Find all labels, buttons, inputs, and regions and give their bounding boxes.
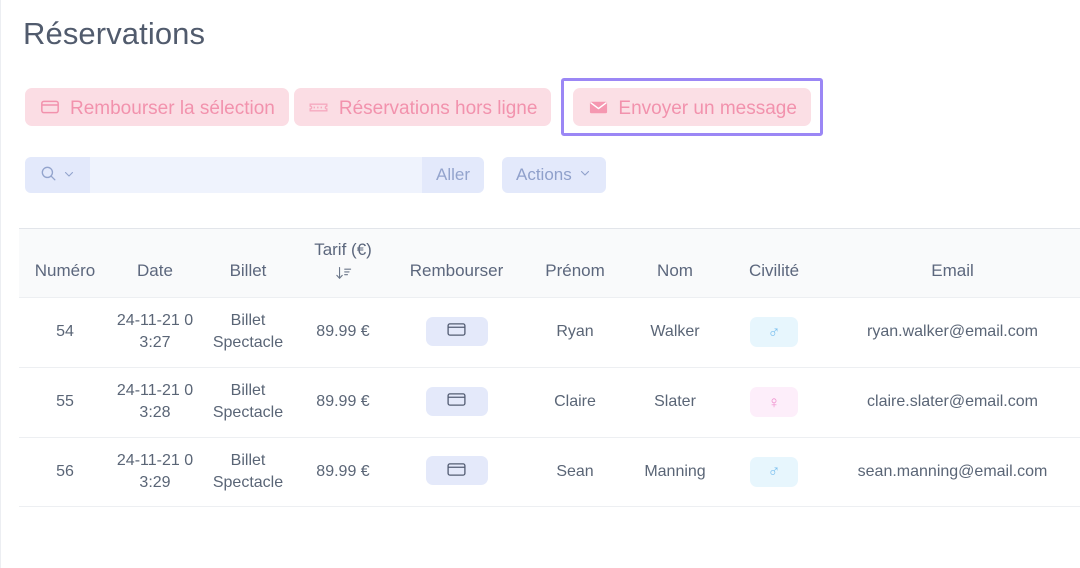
cell-billet: Billet Spectacle — [199, 437, 297, 508]
credit-card-icon — [446, 459, 467, 483]
chevron-down-icon — [62, 167, 76, 184]
cell-numero: 55 — [19, 367, 111, 438]
cell-tarif: 89.99 € — [297, 437, 389, 508]
refund-row-button[interactable] — [425, 456, 488, 486]
cell-date: 24-11-21 03:28 — [111, 367, 199, 438]
cell-nom: Manning — [626, 437, 724, 508]
search-input[interactable] — [90, 157, 422, 193]
refund-row-button[interactable] — [425, 316, 488, 346]
offline-reservations-button[interactable]: Réservations hors ligne — [293, 88, 552, 126]
envelope-icon — [587, 96, 609, 118]
send-message-focus-ring: Envoyer un message — [561, 78, 823, 136]
column-header-email[interactable]: Email — [824, 229, 1080, 298]
send-message-button[interactable]: Envoyer un message — [573, 88, 811, 126]
cell-numero: 56 — [19, 437, 111, 508]
credit-card-icon — [446, 389, 467, 413]
cell-nom: Walker — [626, 296, 724, 368]
page-title: Réservations — [23, 16, 206, 51]
table-body: 54 24-11-21 03:27 Billet Spectacle 89.99 € R… — [19, 296, 1080, 508]
column-header-numero[interactable]: Numéro — [19, 229, 111, 298]
search-icon — [39, 164, 58, 186]
cell-nom: Slater — [626, 367, 724, 438]
actions-dropdown-label: Actions — [516, 165, 572, 184]
sort-descending-icon[interactable] — [334, 264, 353, 283]
column-header-civilite[interactable]: Civilité — [724, 229, 824, 298]
column-header-rembourser-label: Rembourser — [409, 261, 504, 280]
column-header-billet-label: Billet — [229, 261, 267, 280]
table-row[interactable]: 55 24-11-21 03:28 Billet Spectacle 89.99 € C… — [19, 367, 1080, 438]
credit-card-icon — [39, 96, 61, 118]
table-header-row: Numéro Date Billet Tarif (€) Rembourser … — [19, 228, 1080, 298]
cell-prenom: Claire — [524, 367, 626, 438]
column-header-rembourser[interactable]: Rembourser — [389, 229, 524, 298]
refund-row-button[interactable] — [425, 386, 488, 416]
column-header-nom[interactable]: Nom — [626, 229, 724, 298]
search-dropdown-button[interactable] — [25, 157, 90, 193]
send-message-label: Envoyer un message — [618, 97, 797, 119]
reservations-table: Numéro Date Billet Tarif (€) Rembourser … — [19, 228, 1080, 508]
cell-billet: Billet Spectacle — [199, 296, 297, 368]
gender-male-icon: ♂ — [750, 317, 798, 348]
credit-card-icon — [446, 319, 467, 343]
reservations-table-container: Numéro Date Billet Tarif (€) Rembourser … — [19, 228, 1080, 508]
cell-email: sean.manning@email.com — [824, 437, 1080, 508]
cell-email: ryan.walker@email.com — [824, 296, 1080, 368]
table-header: Numéro Date Billet Tarif (€) Rembourser … — [19, 228, 1080, 298]
cell-billet: Billet Spectacle — [199, 367, 297, 438]
column-header-nom-label: Nom — [657, 261, 693, 280]
search-go-button[interactable]: Aller — [422, 157, 484, 193]
cell-tarif: 89.99 € — [297, 367, 389, 438]
cell-civilite: ♂ — [724, 437, 824, 508]
column-header-numero-label: Numéro — [34, 261, 96, 280]
column-header-date[interactable]: Date — [111, 229, 199, 298]
table-row[interactable]: 54 24-11-21 03:27 Billet Spectacle 89.99 € R… — [19, 296, 1080, 368]
column-header-tarif[interactable]: Tarif (€) — [297, 229, 389, 298]
cell-tarif: 89.99 € — [297, 296, 389, 368]
cell-civilite: ♀ — [724, 367, 824, 438]
column-header-email-label: Email — [931, 261, 974, 280]
cell-rembourser — [389, 296, 524, 368]
refund-selection-label: Rembourser la sélection — [70, 97, 275, 119]
column-header-tarif-label: Tarif (€) — [314, 240, 372, 259]
refund-selection-button[interactable]: Rembourser la sélection — [25, 88, 289, 126]
cell-prenom: Sean — [524, 437, 626, 508]
ticket-icon — [308, 96, 330, 118]
cell-date: 24-11-21 03:27 — [111, 296, 199, 368]
offline-reservations-label: Réservations hors ligne — [338, 97, 538, 119]
cell-rembourser — [389, 367, 524, 438]
column-header-billet[interactable]: Billet — [199, 229, 297, 298]
table-row[interactable]: 56 24-11-21 03:29 Billet Spectacle 89.99 € S… — [19, 437, 1080, 508]
cell-rembourser — [389, 437, 524, 508]
cell-prenom: Ryan — [524, 296, 626, 368]
actions-dropdown-button[interactable]: Actions — [502, 157, 606, 193]
cell-email: claire.slater@email.com — [824, 367, 1080, 438]
column-header-prenom-label: Prénom — [545, 261, 605, 280]
gender-male-icon: ♂ — [750, 456, 798, 487]
chevron-down-icon — [578, 165, 592, 185]
search-toolbar: Aller Actions — [25, 157, 606, 193]
column-header-prenom[interactable]: Prénom — [524, 229, 626, 298]
cell-numero: 54 — [19, 296, 111, 368]
column-header-date-label: Date — [137, 261, 173, 280]
gender-female-icon: ♀ — [750, 387, 798, 418]
cell-date: 24-11-21 03:29 — [111, 437, 199, 508]
reservations-page: Réservations Rembourser la sélection Rés… — [0, 0, 1080, 568]
bulk-actions-bar: Rembourser la sélection Réservations hor… — [25, 78, 823, 136]
cell-civilite: ♂ — [724, 296, 824, 368]
column-header-civilite-label: Civilité — [748, 261, 800, 280]
